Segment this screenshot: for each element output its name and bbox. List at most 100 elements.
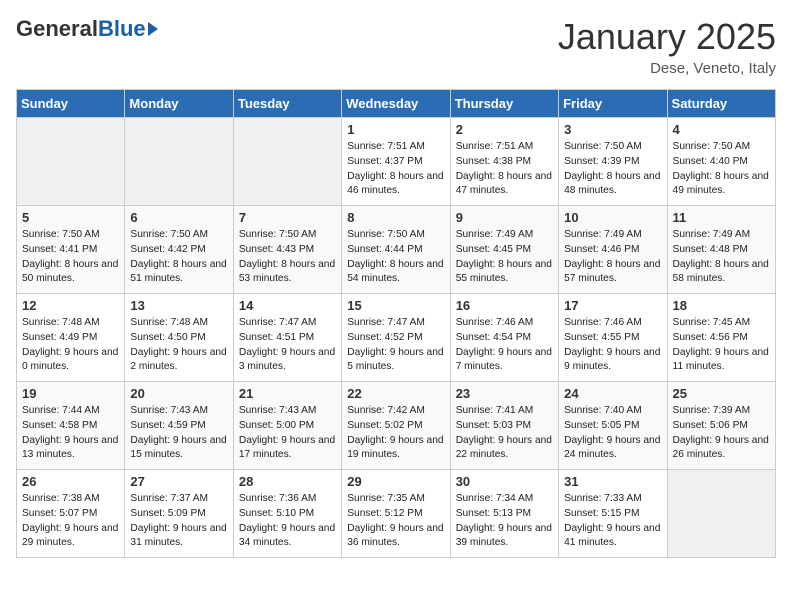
day-number: 6 [130, 210, 227, 225]
cell-info: Sunrise: 7:50 AM Sunset: 4:39 PM Dayligh… [564, 140, 661, 199]
cell-info: Sunrise: 7:51 AM Sunset: 4:37 PM Dayligh… [347, 140, 444, 199]
calendar-cell: 13Sunrise: 7:48 AM Sunset: 4:50 PM Dayli… [125, 294, 233, 382]
cell-info: Sunrise: 7:49 AM Sunset: 4:48 PM Dayligh… [673, 228, 770, 287]
day-number: 25 [673, 386, 770, 401]
day-number: 11 [673, 210, 770, 225]
day-number: 26 [22, 474, 119, 489]
calendar-cell: 6 Sunrise: 7:50 AM Sunset: 4:42 PM Daylig… [125, 206, 233, 294]
calendar-cell [233, 118, 341, 206]
weekday-header-wednesday: Wednesday [342, 90, 450, 118]
cell-info: Sunrise: 7:50 AM Sunset: 4:42 PM Dayligh… [130, 228, 227, 287]
weekday-header-monday: Monday [125, 90, 233, 118]
calendar-week-row: 5 Sunrise: 7:50 AM Sunset: 4:41 PM Daylig… [17, 206, 776, 294]
weekday-header-thursday: Thursday [450, 90, 558, 118]
calendar-cell: 15 Sunrise: 7:47 AM Sunset: 4:52 PM Dayli… [342, 294, 450, 382]
calendar-cell: 3 Sunrise: 7:50 AM Sunset: 4:39 PM Daylig… [559, 118, 667, 206]
logo-blue-text: Blue [98, 16, 146, 42]
calendar-cell: 26 Sunrise: 7:38 AM Sunset: 5:07 PM Dayli… [17, 470, 125, 558]
calendar-cell: 9 Sunrise: 7:49 AM Sunset: 4:45 PM Daylig… [450, 206, 558, 294]
calendar-cell: 29 Sunrise: 7:35 AM Sunset: 5:12 PM Dayli… [342, 470, 450, 558]
day-number: 1 [347, 122, 444, 137]
cell-info: Sunrise: 7:35 AM Sunset: 5:12 PM Dayligh… [347, 492, 444, 551]
calendar-cell: 21 Sunrise: 7:43 AM Sunset: 5:00 PM Dayli… [233, 382, 341, 470]
day-number: 22 [347, 386, 444, 401]
day-number: 10 [564, 210, 661, 225]
day-number: 28 [239, 474, 336, 489]
cell-info: Sunrise: 7:36 AM Sunset: 5:10 PM Dayligh… [239, 492, 336, 551]
day-number: 3 [564, 122, 661, 137]
day-number: 19 [22, 386, 119, 401]
calendar-cell: 17 Sunrise: 7:46 AM Sunset: 4:55 PM Dayli… [559, 294, 667, 382]
cell-info: Sunrise: 7:39 AM Sunset: 5:06 PM Dayligh… [673, 404, 770, 463]
cell-info: Sunrise: 7:34 AM Sunset: 5:13 PM Dayligh… [456, 492, 553, 551]
calendar-cell [667, 470, 775, 558]
day-number: 5 [22, 210, 119, 225]
day-number: 4 [673, 122, 770, 137]
weekday-header-saturday: Saturday [667, 90, 775, 118]
day-number: 9 [456, 210, 553, 225]
calendar-week-row: 1 Sunrise: 7:51 AM Sunset: 4:37 PM Daylig… [17, 118, 776, 206]
calendar-cell: 28 Sunrise: 7:36 AM Sunset: 5:10 PM Dayli… [233, 470, 341, 558]
day-number: 17 [564, 298, 661, 313]
calendar-cell: 31Sunrise: 7:33 AM Sunset: 5:15 PM Dayli… [559, 470, 667, 558]
day-number: 8 [347, 210, 444, 225]
calendar-cell: 2Sunrise: 7:51 AM Sunset: 4:38 PM Daylig… [450, 118, 558, 206]
page-header: General Blue January 2025 Dese, Veneto, … [16, 16, 776, 77]
cell-info: Sunrise: 7:43 AM Sunset: 5:00 PM Dayligh… [239, 404, 336, 463]
day-number: 16 [456, 298, 553, 313]
calendar-cell: 10 Sunrise: 7:49 AM Sunset: 4:46 PM Dayli… [559, 206, 667, 294]
calendar-cell [125, 118, 233, 206]
cell-info: Sunrise: 7:49 AM Sunset: 4:45 PM Dayligh… [456, 228, 553, 287]
day-number: 18 [673, 298, 770, 313]
calendar-cell: 27 Sunrise: 7:37 AM Sunset: 5:09 PM Dayli… [125, 470, 233, 558]
day-number: 23 [456, 386, 553, 401]
cell-info: Sunrise: 7:50 AM Sunset: 4:44 PM Dayligh… [347, 228, 444, 287]
cell-info: Sunrise: 7:50 AM Sunset: 4:41 PM Dayligh… [22, 228, 119, 287]
cell-info: Sunrise: 7:38 AM Sunset: 5:07 PM Dayligh… [22, 492, 119, 551]
cell-info: Sunrise: 7:50 AM Sunset: 4:40 PM Dayligh… [673, 140, 770, 199]
day-number: 31 [564, 474, 661, 489]
cell-info: Sunrise: 7:48 AM Sunset: 4:50 PM Dayligh… [130, 316, 227, 375]
calendar-cell: 23Sunrise: 7:41 AM Sunset: 5:03 PM Dayli… [450, 382, 558, 470]
cell-info: Sunrise: 7:42 AM Sunset: 5:02 PM Dayligh… [347, 404, 444, 463]
calendar-cell: 7 Sunrise: 7:50 AM Sunset: 4:43 PM Daylig… [233, 206, 341, 294]
cell-info: Sunrise: 7:48 AM Sunset: 4:49 PM Dayligh… [22, 316, 119, 375]
calendar-cell: 8 Sunrise: 7:50 AM Sunset: 4:44 PM Daylig… [342, 206, 450, 294]
calendar-cell: 1 Sunrise: 7:51 AM Sunset: 4:37 PM Daylig… [342, 118, 450, 206]
cell-info: Sunrise: 7:43 AM Sunset: 4:59 PM Dayligh… [130, 404, 227, 463]
cell-info: Sunrise: 7:51 AM Sunset: 4:38 PM Dayligh… [456, 140, 553, 199]
cell-info: Sunrise: 7:46 AM Sunset: 4:55 PM Dayligh… [564, 316, 661, 375]
month-title: January 2025 [558, 16, 776, 58]
cell-info: Sunrise: 7:50 AM Sunset: 4:43 PM Dayligh… [239, 228, 336, 287]
day-number: 20 [130, 386, 227, 401]
logo-arrow-icon [148, 22, 158, 36]
logo: General Blue [16, 16, 158, 42]
day-number: 29 [347, 474, 444, 489]
cell-info: Sunrise: 7:44 AM Sunset: 4:58 PM Dayligh… [22, 404, 119, 463]
day-number: 27 [130, 474, 227, 489]
cell-info: Sunrise: 7:47 AM Sunset: 4:52 PM Dayligh… [347, 316, 444, 375]
weekday-header-friday: Friday [559, 90, 667, 118]
calendar-cell: 18 Sunrise: 7:45 AM Sunset: 4:56 PM Dayli… [667, 294, 775, 382]
day-number: 15 [347, 298, 444, 313]
cell-info: Sunrise: 7:40 AM Sunset: 5:05 PM Dayligh… [564, 404, 661, 463]
cell-info: Sunrise: 7:37 AM Sunset: 5:09 PM Dayligh… [130, 492, 227, 551]
calendar-cell: 4 Sunrise: 7:50 AM Sunset: 4:40 PM Daylig… [667, 118, 775, 206]
title-block: January 2025 Dese, Veneto, Italy [558, 16, 776, 77]
day-number: 7 [239, 210, 336, 225]
calendar-cell: 12Sunrise: 7:48 AM Sunset: 4:49 PM Dayli… [17, 294, 125, 382]
logo-general-text: General [16, 16, 98, 42]
weekday-header-sunday: Sunday [17, 90, 125, 118]
calendar-cell: 20 Sunrise: 7:43 AM Sunset: 4:59 PM Dayli… [125, 382, 233, 470]
calendar-cell [17, 118, 125, 206]
calendar-cell: 25 Sunrise: 7:39 AM Sunset: 5:06 PM Dayli… [667, 382, 775, 470]
calendar-cell: 22 Sunrise: 7:42 AM Sunset: 5:02 PM Dayli… [342, 382, 450, 470]
day-number: 21 [239, 386, 336, 401]
calendar-week-row: 19 Sunrise: 7:44 AM Sunset: 4:58 PM Dayli… [17, 382, 776, 470]
calendar-cell: 19 Sunrise: 7:44 AM Sunset: 4:58 PM Dayli… [17, 382, 125, 470]
cell-info: Sunrise: 7:49 AM Sunset: 4:46 PM Dayligh… [564, 228, 661, 287]
cell-info: Sunrise: 7:45 AM Sunset: 4:56 PM Dayligh… [673, 316, 770, 375]
calendar-cell: 11 Sunrise: 7:49 AM Sunset: 4:48 PM Dayli… [667, 206, 775, 294]
day-number: 30 [456, 474, 553, 489]
calendar-cell: 16Sunrise: 7:46 AM Sunset: 4:54 PM Dayli… [450, 294, 558, 382]
